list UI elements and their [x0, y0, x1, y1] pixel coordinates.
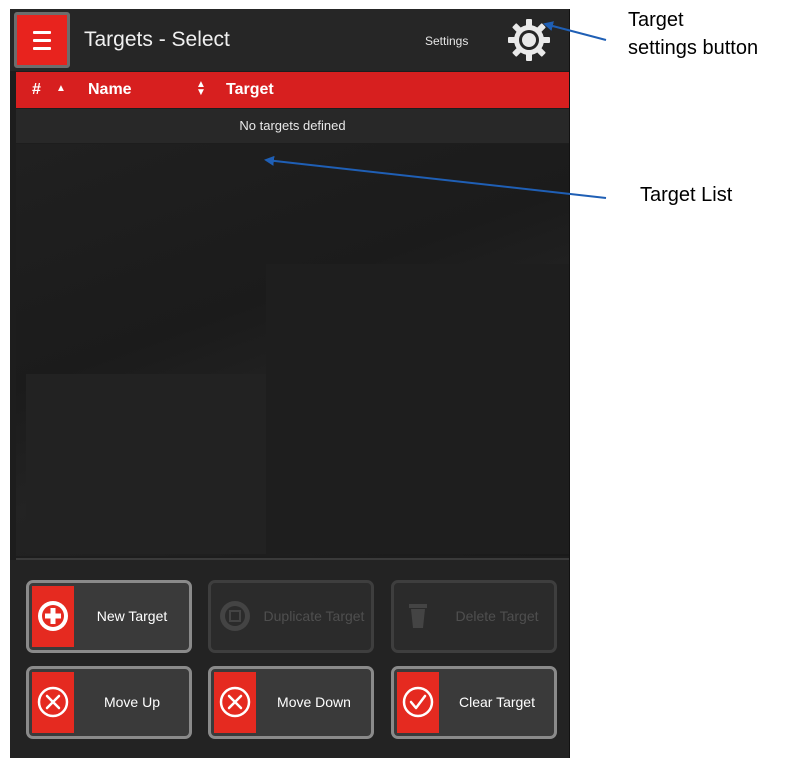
background-shade: [266, 264, 569, 554]
button-label: Delete Target: [455, 608, 539, 624]
background-shade: [26, 374, 266, 554]
clear-target-button[interactable]: Clear Target: [391, 666, 557, 739]
button-label: Clear Target: [458, 694, 535, 710]
button-icon-box: [32, 586, 74, 647]
button-icon-box: [214, 672, 256, 733]
settings-label[interactable]: Settings: [425, 34, 468, 48]
duplicate-icon: [220, 601, 250, 631]
button-icon-box: [214, 586, 256, 647]
column-header-target[interactable]: Target: [226, 81, 274, 99]
delete-target-button[interactable]: Delete Target: [391, 580, 557, 653]
column-header-name[interactable]: Name: [88, 81, 132, 99]
page-title: Targets - Select: [84, 28, 230, 51]
sort-both-icon: ▲ ▼: [196, 79, 206, 98]
annotation-target-list: Target List: [640, 184, 733, 206]
annotation-settings-button: Target settings button: [628, 6, 758, 62]
gear-icon: [508, 19, 550, 61]
annotation-line: settings button: [628, 37, 759, 59]
move-up-button[interactable]: Move Up: [26, 666, 192, 739]
button-icon-box: [397, 672, 439, 733]
check-circle-icon: [402, 686, 434, 718]
button-icon-box: [397, 586, 439, 647]
hamburger-menu-button[interactable]: [14, 12, 70, 68]
new-target-button[interactable]: New Target: [26, 580, 192, 653]
plus-circle-icon: [38, 601, 68, 631]
button-label: Move Up: [103, 694, 161, 710]
table-header: # ▲ Name ▲ ▼ Target: [16, 72, 569, 108]
trash-icon: [409, 604, 427, 628]
header-bar: Targets - Select Settings: [10, 9, 569, 71]
button-icon-box: [32, 672, 74, 733]
menu-icon-bar: [33, 31, 51, 34]
duplicate-target-button[interactable]: Duplicate Target: [208, 580, 374, 653]
x-circle-icon: [219, 686, 251, 718]
move-down-button[interactable]: Move Down: [208, 666, 374, 739]
menu-icon-bar: [33, 47, 51, 50]
button-panel: New Target Duplicate Target Delete Targe…: [10, 560, 569, 758]
app-window: Targets - Select Settings # ▲ Name ▲ ▼ T…: [10, 9, 570, 758]
settings-gear-button[interactable]: [506, 17, 552, 63]
column-header-number[interactable]: #: [32, 81, 41, 99]
x-circle-icon: [37, 686, 69, 718]
button-label: New Target: [96, 608, 168, 624]
button-label: Duplicate Target: [263, 608, 365, 624]
sort-ascending-icon: ▲: [56, 83, 66, 94]
menu-icon-bar: [33, 39, 51, 42]
target-list[interactable]: [16, 144, 569, 556]
button-label: Move Down: [277, 694, 351, 710]
empty-list-message: No targets defined: [16, 109, 569, 143]
annotation-line: Target: [628, 9, 684, 31]
